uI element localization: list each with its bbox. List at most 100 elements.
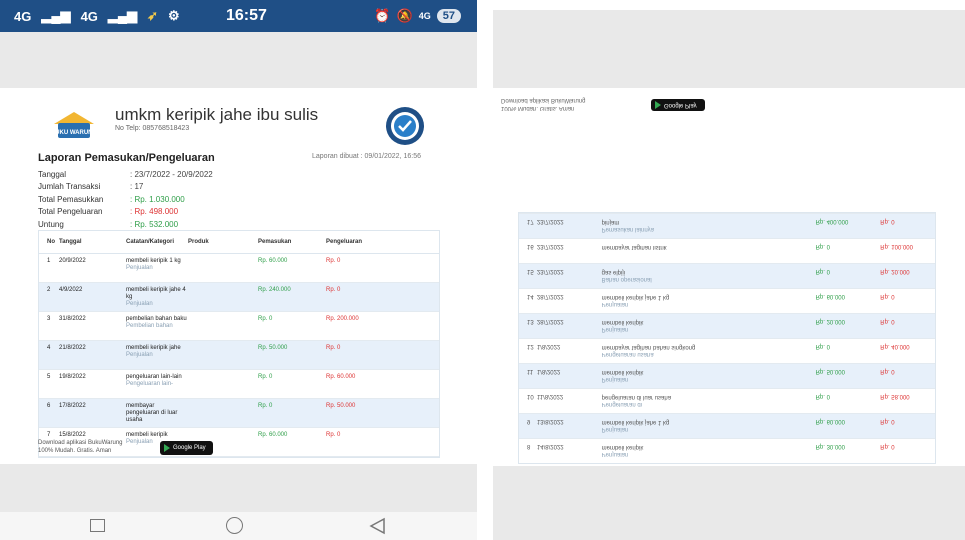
cell-no: 2 <box>47 287 51 293</box>
download-text: 100% Mudah. Gratis. Aman Download aplika… <box>501 96 586 112</box>
cell-no: 9 <box>527 418 531 424</box>
table-row: 1 20/9/2022 membeli keripik 1 kg Penjualan R… <box>39 254 439 283</box>
cell-date: 31/8/2022 <box>59 316 86 322</box>
category-text: Pengeluaran usaha <box>601 351 654 357</box>
cell-expense: Rp. 0 <box>326 432 341 438</box>
bukuwarung-logo: BUKU WARUNG <box>51 112 97 138</box>
store-phone: No Telp: 085768518423 <box>115 125 190 132</box>
category-text: Pemasukan lainnya <box>601 226 655 232</box>
cell-date: 23/7/2022 <box>536 268 564 274</box>
summary-label: Total Pemasukkan <box>38 194 104 204</box>
cell-note: Penjualan membeli keripik jahe 1 kg <box>602 418 816 432</box>
table-row: 17 23/7/2022 Pemasukan lainnya pinjam Rp. 40… <box>519 213 935 238</box>
summary-label: Total Pengeluaran <box>38 207 103 217</box>
signal-indicators: 4G ▂▄▆ 4G ▂▄▆ ➶ ⚙ <box>14 8 180 24</box>
cell-expense: Rp. 50.000 <box>326 403 356 409</box>
cell-date: 1/8/2022 <box>536 343 561 349</box>
category-text: Pengeluaran lain- <box>126 381 174 387</box>
cell-no: 1 <box>47 258 51 264</box>
cell-note: Bahan operasional gas elpiji <box>602 268 816 282</box>
google-play-button[interactable]: Google Play <box>651 99 705 111</box>
transactions-table: No Tanggal Catatan/Kategori Produk Pemas… <box>38 230 440 458</box>
summary-row: Total Pemasukkan : Rp. 1.030.000 <box>38 193 213 206</box>
cell-note: membayar pengeluaran di luar usaha <box>126 403 188 424</box>
google-play-button[interactable]: Google Play <box>160 441 213 455</box>
table-row: 15 23/7/2022 Bahan operasional gas elpiji Rp… <box>519 263 935 288</box>
table-row: 11 1/8/2022 Penjualan membeli keripik Rp. 50… <box>519 363 935 388</box>
note-text: pengeluaran lain-lain <box>126 374 182 380</box>
bottom-spacer <box>493 466 965 540</box>
summary-value: : 17 <box>130 182 144 192</box>
top-spacer <box>0 32 477 88</box>
cell-note: Penjualan membeli keripik <box>602 318 816 332</box>
summary-row: Tanggal : 23/7/2022 - 20/9/2022 <box>38 168 213 181</box>
summary-row: Untung : Rp. 532.000 <box>38 218 213 231</box>
cell-income: Rp. 50.000 <box>258 345 288 351</box>
report-summary: Tanggal : 23/7/2022 - 20/9/2022 Jumlah T… <box>38 168 213 231</box>
signal-icon: ▂▄▆ <box>107 8 138 23</box>
cell-no: 15 <box>527 268 534 274</box>
cell-note: membayar tagihan listrik <box>602 243 816 250</box>
signal-label-1: 4G <box>14 8 32 24</box>
download-line-2: 100% Mudah. Gratis. Aman <box>501 105 575 111</box>
table-row: 4 21/8/2022 membeli keripik jahe Penjualan R… <box>39 341 439 370</box>
google-play-label: Google Play <box>664 102 697 108</box>
play-store-icon <box>164 444 170 452</box>
verified-seal-icon <box>386 107 424 145</box>
download-text: Download aplikasi BukuWarung 100% Mudah.… <box>38 439 123 455</box>
note-text: membeli keripik jahe 1 kg <box>601 294 670 300</box>
status-right: ⏰ 🔕 4G 57 <box>374 8 461 24</box>
cell-income: Rp. 240.000 <box>258 287 291 293</box>
cell-note: Pemasukan lainnya pinjam <box>602 218 816 232</box>
cell-income: Rp. 20.000 <box>815 318 845 324</box>
cell-income: Rp. 0 <box>815 343 830 349</box>
cell-expense: Rp. 200.000 <box>326 316 359 322</box>
cell-no: 16 <box>527 243 534 249</box>
summary-value: : Rp. 498.000 <box>130 207 179 217</box>
cell-no: 14 <box>527 293 534 299</box>
summary-value: : Rp. 1.030.000 <box>130 194 185 204</box>
category-text: Bahan operasional <box>601 276 652 282</box>
cell-income: Rp. 30.000 <box>815 443 845 449</box>
note-text: membeli keripik <box>601 444 644 450</box>
alarm-icon: ⏰ <box>374 8 391 23</box>
cell-income: Rp. 50.000 <box>815 368 845 374</box>
cell-no: 8 <box>527 443 531 449</box>
header-note: Catatan/Kategori <box>126 238 175 245</box>
table-row: 16 23/7/2022 membayar tagihan listrik Rp. 0… <box>519 238 935 263</box>
recent-apps-icon[interactable] <box>90 519 105 532</box>
google-play-label: Google Play <box>173 445 206 451</box>
cell-no: 10 <box>527 393 534 399</box>
note-text: membayar tagihan bahan singkong <box>601 344 696 350</box>
cell-date: 4/9/2022 <box>59 287 83 293</box>
category-text: Penjualan <box>601 326 629 332</box>
clock: 16:57 <box>226 7 267 24</box>
cell-date: 28/7/2022 <box>536 293 564 299</box>
category-text: Penjualan <box>601 426 629 432</box>
cell-no: 3 <box>47 316 51 322</box>
cell-expense: Rp. 40.000 <box>880 343 910 349</box>
table-row: 13 28/7/2022 Penjualan membeli keripik Rp. 2… <box>519 313 935 338</box>
cell-expense: Rp. 0 <box>880 443 895 449</box>
download-line-1: Download aplikasi BukuWarung <box>501 97 586 103</box>
cell-income: Rp. 0 <box>815 393 830 399</box>
cell-note: Pengeluaran usaha membayar tagihan bahan … <box>602 343 816 357</box>
download-line-2: 100% Mudah. Gratis. Aman <box>38 448 112 454</box>
cell-no: 6 <box>47 403 51 409</box>
table-row: 8 14/8/2022 Penjualan membeli keripik Rp. 30… <box>519 438 935 463</box>
back-icon[interactable] <box>368 517 386 535</box>
cell-no: 7 <box>47 432 51 438</box>
note-text: membayar pengeluaran di luar usaha <box>126 403 178 423</box>
note-text: pembelian bahan baku <box>126 316 187 322</box>
cell-note: membeli keripik 1 kg Penjualan <box>126 258 188 272</box>
category-text: Penjualan <box>601 301 629 307</box>
cell-no: 12 <box>527 343 534 349</box>
cell-note: membeli keripik jahe 4 kg Penjualan <box>126 287 188 308</box>
home-icon[interactable] <box>226 517 243 534</box>
store-name: umkm keripik jahe ibu sulis <box>115 105 319 124</box>
summary-value: : 23/7/2022 - 20/9/2022 <box>130 169 213 179</box>
note-text: gas elpiji <box>601 269 625 275</box>
cell-date: 28/7/2022 <box>536 318 564 324</box>
bottom-spacer <box>0 464 477 512</box>
settings-icon: ⚙ <box>168 8 180 23</box>
